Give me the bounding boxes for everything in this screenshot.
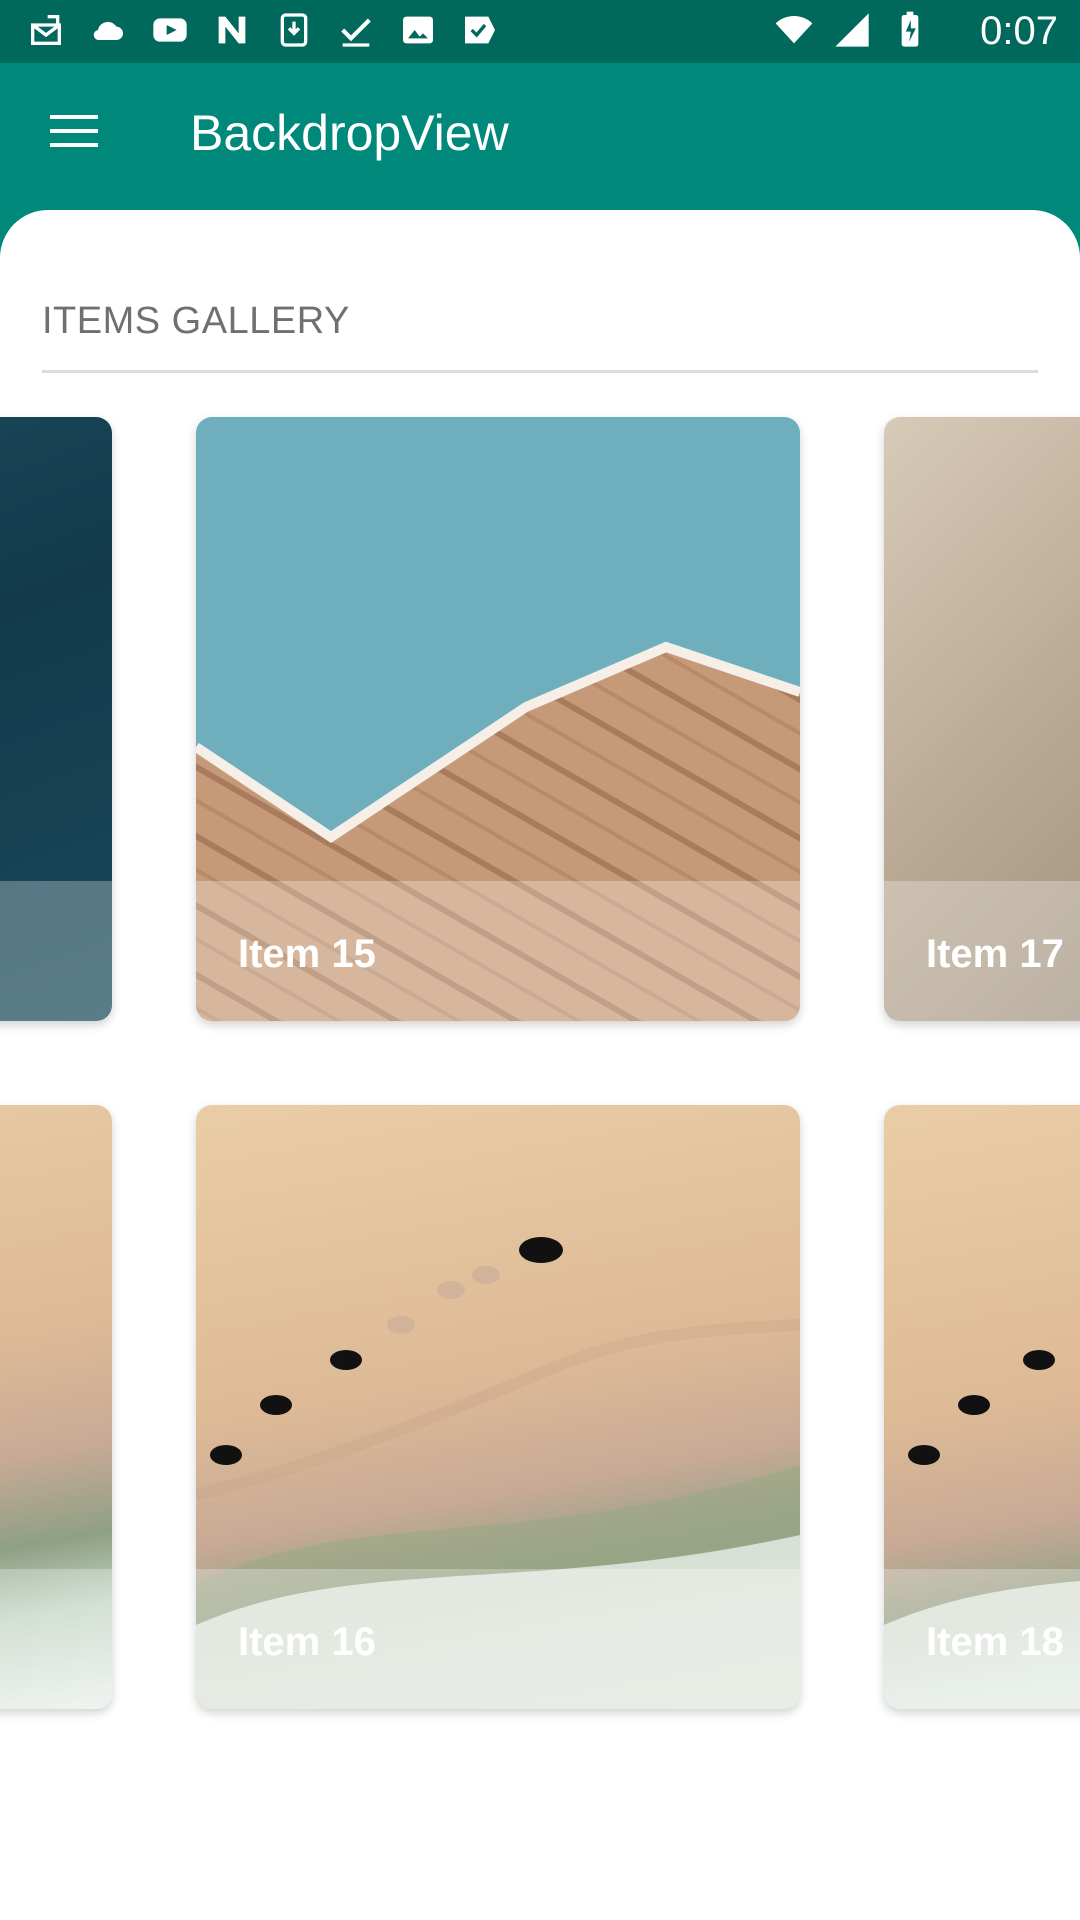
clock: 0:07 (980, 9, 1058, 53)
card-label: Item 18 (926, 1620, 1064, 1664)
n-icon (218, 16, 246, 44)
gallery-card[interactable] (0, 417, 112, 1021)
app-bar: BackdropView (0, 63, 1080, 213)
gallery-card[interactable]: Item 18 (884, 1105, 1080, 1709)
card-caption: Item 16 (196, 1569, 800, 1709)
battery-charging-icon (901, 11, 919, 47)
notification-icons (26, 10, 500, 50)
wifi-icon (775, 16, 813, 44)
app-title: BackdropView (190, 105, 509, 161)
status-bar: 0:07 (0, 0, 1080, 63)
youtube-icon (153, 18, 187, 42)
check-icon (341, 18, 371, 47)
signal-icon (835, 13, 869, 47)
cloud-icon (93, 21, 123, 41)
download-icon (280, 13, 308, 47)
section-title: ITEMS GALLERY (42, 300, 350, 342)
gallery-card[interactable] (0, 1105, 112, 1709)
backdrop-front-sheet: ITEMS GALLERY Item 15 Item 17 Item 16 It… (0, 210, 1080, 1920)
label-check-icon (465, 16, 495, 44)
card-label: Item 16 (238, 1620, 376, 1664)
card-label: Item 15 (238, 932, 376, 976)
gallery-card[interactable]: Item 15 (196, 417, 800, 1021)
card-caption: Item 18 (884, 1569, 1080, 1709)
card-caption: Item 15 (196, 881, 800, 1021)
menu-button[interactable] (34, 97, 114, 165)
card-label: Item 17 (926, 932, 1064, 976)
hamburger-menu-icon (50, 115, 98, 147)
divider (42, 370, 1038, 373)
card-caption (0, 1569, 112, 1709)
image-icon (403, 16, 433, 44)
system-icons (774, 10, 930, 50)
gallery-card[interactable]: Item 16 (196, 1105, 800, 1709)
inbox-icon (31, 15, 61, 45)
card-caption: Item 17 (884, 881, 1080, 1021)
card-caption (0, 881, 112, 1021)
gallery-card[interactable]: Item 17 (884, 417, 1080, 1021)
